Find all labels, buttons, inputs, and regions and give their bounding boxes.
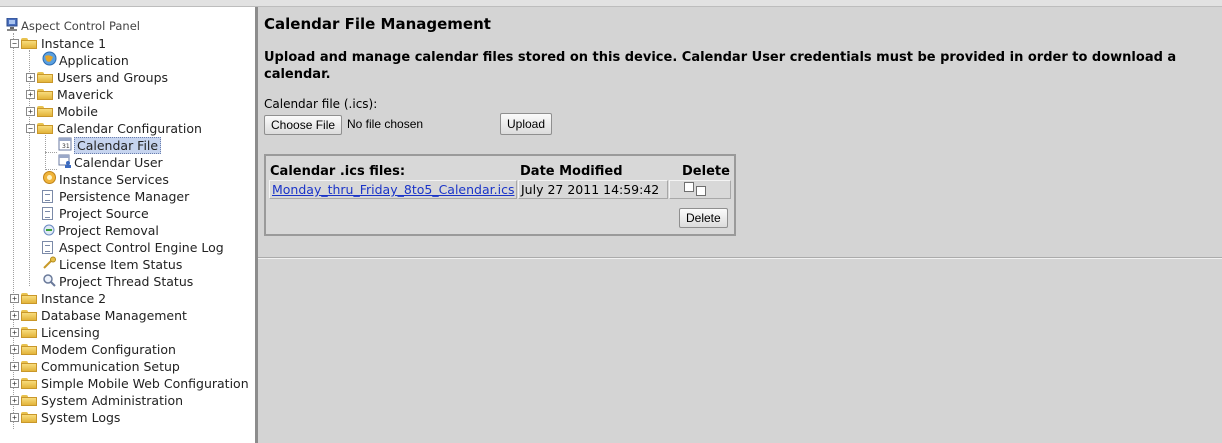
- folder-icon: [21, 310, 37, 321]
- folder-icon: [21, 361, 37, 372]
- tree-item-mobile[interactable]: + Mobile: [26, 102, 98, 119]
- calendar-file-link[interactable]: Monday_thru_Friday_8to5_Calendar.ics: [272, 182, 514, 197]
- expand-icon[interactable]: +: [10, 379, 19, 388]
- tree-item-project-removal[interactable]: Project Removal: [42, 221, 159, 238]
- calendar-user-icon: [58, 154, 72, 172]
- tree-item-project-source[interactable]: Project Source: [42, 204, 149, 221]
- tree-item-modem-configuration[interactable]: + Modem Configuration: [10, 340, 176, 357]
- tree-item-licensing[interactable]: + Licensing: [10, 323, 100, 340]
- table-row-file-cell: Monday_thru_Friday_8to5_Calendar.ics: [269, 180, 517, 199]
- upload-button[interactable]: Upload: [500, 113, 553, 135]
- folder-icon: [21, 395, 37, 406]
- tree-item-database-management[interactable]: + Database Management: [10, 306, 187, 323]
- tree-item-system-logs[interactable]: + System Logs: [10, 408, 120, 425]
- remove-icon: [42, 222, 56, 240]
- folder-icon: [21, 378, 37, 389]
- collapse-icon[interactable]: −: [26, 124, 35, 133]
- tree-item-communication-setup[interactable]: + Communication Setup: [10, 357, 180, 374]
- document-list-icon: [42, 207, 53, 220]
- expand-icon[interactable]: +: [10, 413, 19, 422]
- log-document-icon: [42, 241, 53, 254]
- table-row-date-cell: July 27 2011 14:59:42: [518, 180, 668, 199]
- folder-icon: [37, 89, 53, 100]
- main-panel: Calendar File Management Upload and mana…: [258, 7, 1222, 443]
- tree-item-maverick[interactable]: + Maverick: [26, 85, 113, 102]
- expand-icon[interactable]: +: [10, 345, 19, 354]
- tree-item-users-groups[interactable]: + Users and Groups: [26, 68, 168, 85]
- delete-button[interactable]: Delete: [679, 208, 728, 228]
- collapse-icon[interactable]: −: [10, 39, 19, 48]
- expand-icon[interactable]: +: [10, 328, 19, 337]
- calendar-icon: 31: [58, 137, 72, 155]
- tree-item-calendar-file-label: Calendar File: [74, 137, 162, 154]
- svg-text:31: 31: [62, 143, 70, 150]
- tree-root-label: Aspect Control Panel: [21, 19, 140, 33]
- sidebar-tree: Aspect Control Panel − Instance 1 Applic…: [0, 7, 258, 443]
- window-top-bar: [0, 0, 1222, 7]
- choose-file-button[interactable]: Choose File: [264, 115, 343, 135]
- tree-item-calendar-file[interactable]: 31 Calendar File: [58, 136, 162, 155]
- expand-icon[interactable]: +: [26, 90, 35, 99]
- tree-item-simple-mobile-web-configuration[interactable]: + Simple Mobile Web Configuration: [10, 374, 249, 391]
- folder-icon: [37, 72, 53, 83]
- folder-icon: [21, 327, 37, 338]
- tree-item-instance-services[interactable]: Instance Services: [42, 170, 169, 187]
- tree-item-engine-log[interactable]: Aspect Control Engine Log: [42, 238, 224, 255]
- key-icon: [42, 256, 57, 274]
- calendar-file-label: Calendar file (.ics):: [264, 97, 378, 111]
- page-description: Upload and manage calendar files stored …: [264, 50, 1177, 82]
- tree-item-project-thread-status[interactable]: Project Thread Status: [42, 272, 193, 289]
- expand-icon[interactable]: +: [10, 396, 19, 405]
- expand-icon[interactable]: +: [26, 73, 35, 82]
- table-row-delete-cell: [669, 180, 731, 199]
- computer-icon: [5, 17, 19, 35]
- folder-icon: [21, 293, 37, 304]
- content-divider: [258, 257, 1222, 259]
- page-title: Calendar File Management: [264, 15, 491, 33]
- tree-item-calendar-user[interactable]: Calendar User: [58, 153, 163, 170]
- delete-row-checkbox[interactable]: [696, 185, 706, 196]
- folder-icon: [21, 412, 37, 423]
- tree-item-calendar-configuration[interactable]: − Calendar Configuration: [26, 119, 202, 136]
- expand-icon[interactable]: +: [26, 107, 35, 116]
- folder-open-icon: [21, 38, 37, 49]
- tree-item-instance-2[interactable]: + Instance 2: [10, 289, 106, 306]
- column-header-date-modified: Date Modified: [520, 164, 623, 179]
- document-icon: [42, 190, 53, 203]
- column-header-files: Calendar .ics files:: [270, 164, 406, 179]
- expand-icon[interactable]: +: [10, 362, 19, 371]
- magnifier-icon: [42, 273, 57, 291]
- expand-icon[interactable]: +: [10, 311, 19, 320]
- folder-icon: [37, 106, 53, 117]
- folder-icon: [21, 344, 37, 355]
- tree-item-application[interactable]: Application: [42, 51, 129, 68]
- tree-item-persistence-manager[interactable]: Persistence Manager: [42, 187, 189, 204]
- tree-root[interactable]: Aspect Control Panel: [5, 17, 140, 34]
- calendar-files-table: Calendar .ics files: Date Modified Delet…: [264, 154, 736, 236]
- tree-item-instance-1[interactable]: − Instance 1: [10, 34, 106, 51]
- tree-item-system-administration[interactable]: + System Administration: [10, 391, 183, 408]
- tree-item-license-item-status[interactable]: License Item Status: [42, 255, 182, 272]
- no-file-chosen-text: No file chosen: [347, 117, 424, 131]
- expand-icon[interactable]: +: [10, 294, 19, 303]
- folder-open-icon: [37, 123, 53, 134]
